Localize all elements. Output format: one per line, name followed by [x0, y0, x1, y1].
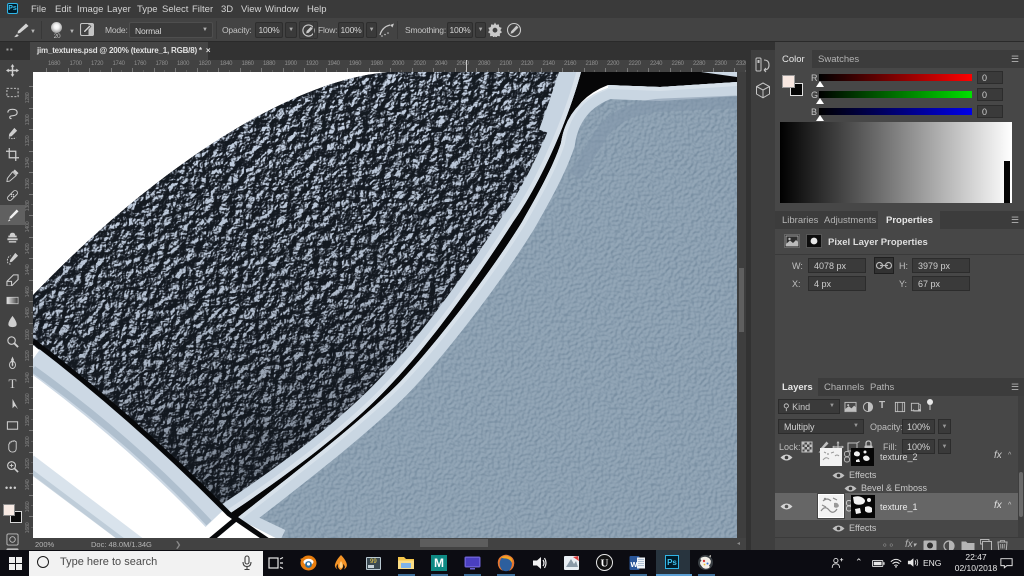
- svg-text:T: T: [9, 377, 17, 390]
- svg-text:w: w: [629, 559, 638, 569]
- svg-text:U: U: [601, 558, 609, 570]
- svg-text:99: 99: [370, 559, 377, 565]
